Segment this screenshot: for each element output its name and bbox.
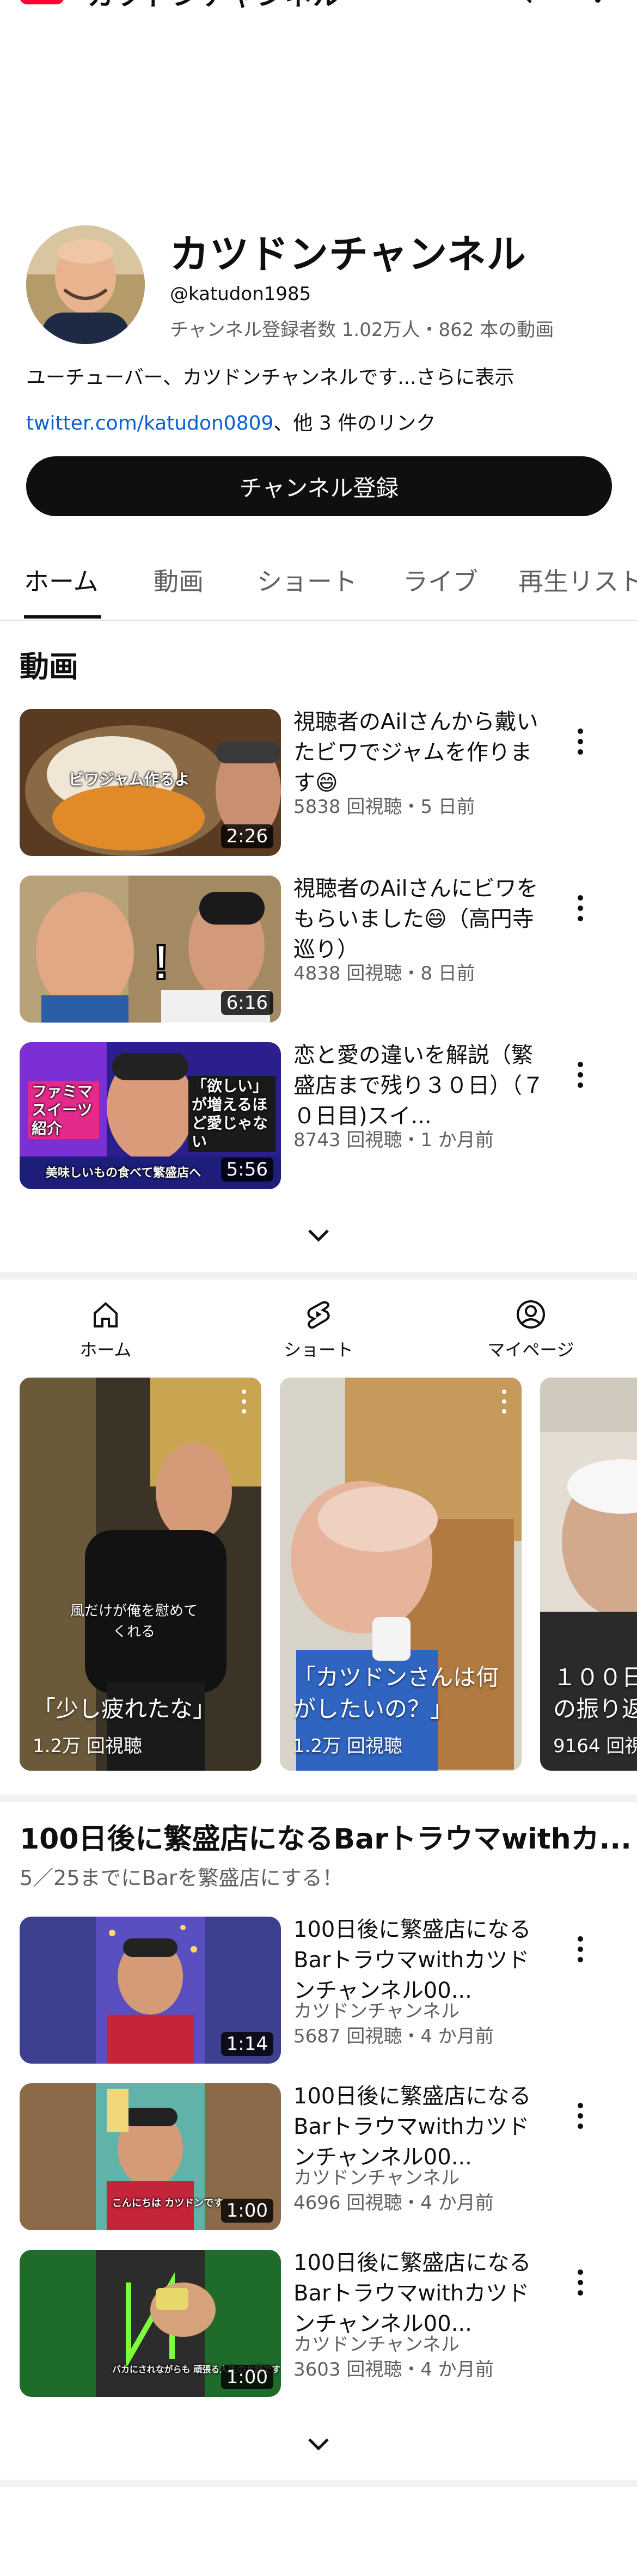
bottom-navigation: ホーム ショート マイページ (0, 1286, 637, 1368)
short-title: １００日の振り返 (553, 1664, 637, 1722)
more-vertical-icon[interactable] (564, 1928, 597, 1971)
video-title[interactable]: 視聴者のAilさんにビワをもらいました😄（高円寺巡り） (293, 873, 549, 965)
home-icon (94, 1302, 118, 1327)
thumb-caption: 「欲しい」が増えるほど愛じゃない (188, 1076, 275, 1152)
video-meta: 5687 回視聴・4 か月前 (293, 2026, 494, 2047)
video-thumbnail[interactable]: ビワジャム作るよ 2:26 (20, 709, 281, 856)
search-icon[interactable] (504, 0, 534, 5)
short-views: 1.2万 回視聴 (293, 1735, 402, 1757)
active-tab-indicator (24, 615, 101, 619)
playlist-section-subtitle: 5／25までにBarを繁盛店にする！ (20, 1866, 343, 1890)
description-more-link[interactable]: ...さらに表示 (397, 366, 514, 389)
tab-home[interactable]: ホーム (24, 562, 99, 598)
video-item[interactable]: 1:14 100日後に繁盛店になるBarトラウマwithカツドンチャンネル00.… (20, 1917, 618, 2064)
video-channel: カツドンチャンネル (293, 2167, 460, 2189)
nav-label: マイページ (487, 1339, 574, 1360)
tab-live[interactable]: ライブ (403, 562, 478, 598)
subscribe-button[interactable]: チャンネル登録 (26, 456, 612, 516)
short-caption: 風だけが俺を慰めてくれる (70, 1603, 198, 1640)
more-vertical-icon[interactable] (564, 1053, 597, 1097)
nav-account[interactable]: マイページ (471, 1298, 591, 1361)
description-text: ユーチューバー、カツドンチャンネルです (26, 366, 398, 389)
channel-stats: チャンネル登録者数 1.02万人・862 本の動画 (170, 319, 554, 341)
short-item[interactable]: 風だけが俺を慰めてくれる 「少し疲れたな」 1.2万 回視聴 (20, 1378, 261, 1771)
video-meta: 4696 回視聴・4 か月前 (293, 2192, 494, 2214)
video-thumbnail[interactable]: ! 6:16 (20, 876, 281, 1023)
thumb-caption: 美味しいもの食べて繁盛店へ (46, 1166, 201, 1180)
video-title[interactable]: 100日後に繁盛店になるBarトラウマwithカツドンチャンネル00... (293, 2081, 549, 2173)
short-views: 9164 回視 (553, 1735, 637, 1757)
channel-tabs: ホーム 動画 ショート ライブ 再生リスト (0, 550, 637, 621)
chevron-down-icon[interactable] (305, 1225, 332, 1247)
video-thumbnail[interactable]: 1:14 (20, 1917, 281, 2064)
video-duration: 1:00 (220, 2365, 273, 2389)
tab-playlists[interactable]: 再生リスト (518, 562, 637, 598)
videos-section-title: 動画 (20, 650, 78, 684)
playlist-section-title[interactable]: 100日後に繁盛店になるBarトラウマwithカ... (20, 1816, 632, 1857)
video-title[interactable]: 恋と愛の違いを解説（繁盛店まで残り３０日）（７０日目)スイ... (293, 1040, 549, 1131)
video-title[interactable]: 100日後に繁盛店になるBarトラウマwithカツドンチャンネル00... (293, 1914, 549, 2006)
more-vertical-icon[interactable] (499, 1385, 510, 1418)
video-duration: 2:26 (220, 824, 273, 848)
video-item[interactable]: こんにちは カツドンです 1:00 100日後に繁盛店になるBarトラウマwit… (20, 2083, 618, 2230)
video-channel: カツドンチャンネル (293, 2334, 460, 2355)
video-item[interactable]: ファミマスイーツ紹介 「欲しい」が増えるほど愛じゃない 美味しいもの食べて繁盛店… (20, 1042, 618, 1189)
app-bar-title: カツドンチャンネル (87, 0, 341, 13)
more-vertical-icon[interactable] (564, 720, 597, 763)
short-views: 1.2万 回視聴 (33, 1735, 142, 1757)
more-links-text[interactable]: 、他 3 件のリンク (273, 412, 436, 435)
video-meta: 5838 回視聴・5 日前 (293, 796, 475, 818)
channel-description[interactable]: ユーチューバー、カツドンチャンネルです...さらに表示 (26, 362, 514, 390)
tab-videos[interactable]: 動画 (154, 562, 204, 598)
channel-name: カツドンチャンネル (170, 231, 526, 277)
nav-shorts[interactable]: ショート (259, 1298, 378, 1361)
account-icon (517, 1300, 545, 1329)
video-meta: 3603 回視聴・4 か月前 (293, 2359, 494, 2381)
section-divider (0, 1272, 637, 1280)
section-divider (0, 1795, 637, 1802)
video-thumbnail[interactable]: バカにされながらも 頑張る人生のお話です 1:00 (20, 2250, 281, 2397)
video-meta: 4838 回視聴・8 日前 (293, 963, 475, 984)
video-duration: 5:56 (220, 1158, 273, 1182)
more-vertical-icon[interactable] (583, 0, 613, 5)
video-item[interactable]: ビワジャム作るよ 2:26 視聴者のAilさんから戴いたビワでジャムを作ります😄… (20, 709, 618, 856)
video-channel: カツドンチャンネル (293, 2000, 460, 2022)
chevron-down-icon[interactable] (305, 2434, 332, 2456)
more-vertical-icon[interactable] (564, 886, 597, 930)
section-divider (0, 2480, 637, 2487)
video-duration: 1:00 (220, 2199, 273, 2223)
tab-shorts[interactable]: ショート (257, 562, 357, 598)
short-item[interactable]: １００日の振り返 9164 回視 (540, 1378, 637, 1771)
thumb-caption: ビワジャム作るよ (69, 770, 190, 788)
youtube-logo[interactable] (20, 0, 64, 4)
short-title: 「カツドンさんは何がしたいの？」 (293, 1664, 499, 1722)
video-thumbnail[interactable]: ファミマスイーツ紹介 「欲しい」が増えるほど愛じゃない 美味しいもの食べて繁盛店… (20, 1042, 281, 1189)
nav-label: ショート (283, 1339, 353, 1360)
video-duration: 1:14 (220, 2032, 273, 2056)
twitter-link[interactable]: twitter.com/katudon0809 (26, 412, 273, 435)
video-item[interactable]: バカにされながらも 頑張る人生のお話です 1:00 100日後に繁盛店になるBa… (20, 2250, 618, 2397)
video-title[interactable]: 100日後に繁盛店になるBarトラウマwithカツドンチャンネル00... (293, 2248, 549, 2339)
shorts-icon (307, 1301, 330, 1329)
nav-home[interactable]: ホーム (46, 1298, 166, 1361)
app-bar: カツドンチャンネル (0, 0, 637, 16)
video-title[interactable]: 視聴者のAilさんから戴いたビワでジャムを作ります😄 (293, 707, 549, 798)
video-meta: 8743 回視聴・1 か月前 (293, 1129, 494, 1151)
video-duration: 6:16 (220, 991, 273, 1015)
short-title: 「少し疲れたな」 (33, 1696, 216, 1722)
short-item[interactable]: 「カツドンさんは何がしたいの？」 1.2万 回視聴 (280, 1378, 522, 1771)
more-vertical-icon[interactable] (564, 2261, 597, 2304)
thumb-caption: こんにちは カツドンです (112, 2198, 224, 2209)
channel-links: twitter.com/katudon0809、他 3 件のリンク (26, 407, 436, 436)
video-item[interactable]: ! 6:16 視聴者のAilさんにビワをもらいました😄（高円寺巡り） 4838 … (20, 876, 618, 1023)
nav-label: ホーム (79, 1339, 132, 1360)
more-vertical-icon[interactable] (238, 1385, 249, 1418)
video-thumbnail[interactable]: こんにちは カツドンです 1:00 (20, 2083, 281, 2230)
avatar[interactable] (26, 225, 145, 344)
svg-text:!: ! (153, 935, 169, 990)
thumb-caption: ファミマスイーツ紹介 (28, 1081, 99, 1139)
channel-handle: @katudon1985 (170, 283, 311, 305)
more-vertical-icon[interactable] (564, 2094, 597, 2138)
